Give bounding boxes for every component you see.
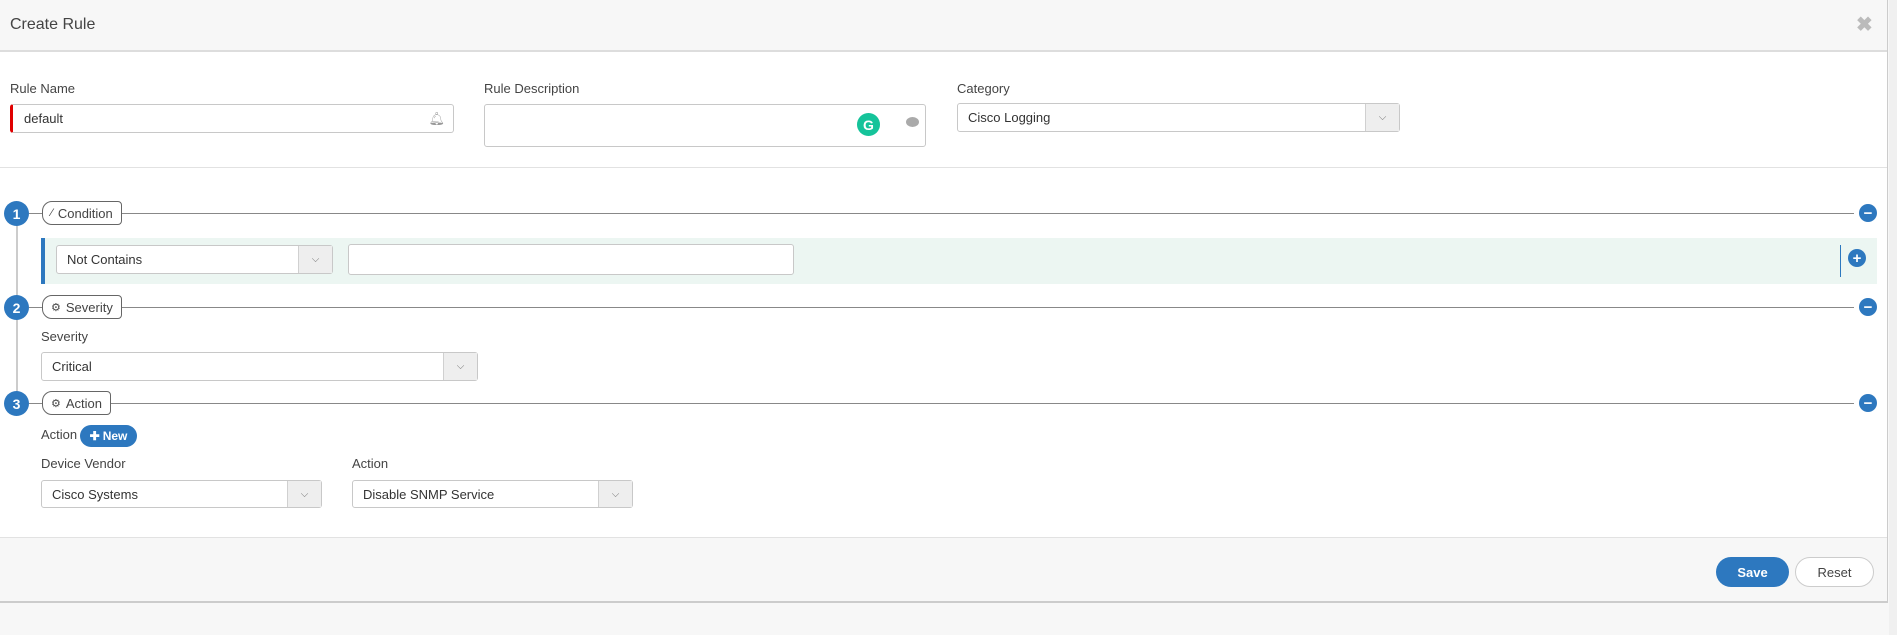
- add-condition-icon[interactable]: +: [1848, 249, 1866, 267]
- condition-row: Not Contains ⌵ +: [41, 238, 1877, 284]
- chevron-down-icon: ⌵: [298, 246, 332, 273]
- severity-step-label: Severity: [65, 299, 113, 315]
- category-value: Cisco Logging: [968, 110, 1051, 125]
- gears-icon: ⚙: [51, 301, 61, 314]
- rule-name-label: Rule Name: [10, 81, 76, 96]
- rule-description-input[interactable]: G: [484, 104, 926, 147]
- severity-value: Critical: [52, 359, 92, 374]
- section-divider: [0, 167, 1887, 168]
- rule-name-input[interactable]: default 🔔︎: [10, 104, 454, 133]
- action-select[interactable]: Disable SNMP Service ⌵: [352, 480, 633, 508]
- condition-operator-select[interactable]: Not Contains ⌵: [56, 245, 333, 274]
- operator-value: Not Contains: [67, 252, 143, 267]
- step-number-2: 2: [4, 295, 29, 320]
- condition-value-input[interactable]: [348, 244, 794, 275]
- device-vendor-value: Cisco Systems: [52, 486, 138, 502]
- plus-icon: ✚: [89, 429, 100, 443]
- step-line: [29, 213, 1854, 214]
- bell-icon: 🔔︎: [428, 111, 445, 126]
- create-rule-modal: Create Rule ✖ Rule Name default 🔔︎ Rule …: [0, 0, 1888, 603]
- scrollbar[interactable]: [1889, 0, 1897, 635]
- reset-button[interactable]: Reset: [1795, 557, 1874, 587]
- modal-title: Create Rule: [10, 16, 96, 33]
- collapse-action-icon[interactable]: −: [1859, 394, 1877, 412]
- close-icon[interactable]: ✖: [1856, 12, 1873, 37]
- device-vendor-label: Device Vendor: [41, 456, 126, 471]
- severity-label: Severity: [41, 329, 88, 344]
- condition-label: Condition: [57, 205, 113, 221]
- chevron-down-icon: ⌵: [443, 353, 477, 380]
- new-action-button[interactable]: ✚ New: [80, 425, 137, 447]
- collapse-severity-icon[interactable]: −: [1859, 298, 1877, 316]
- action-label: Action: [352, 456, 389, 471]
- new-label: New: [102, 429, 128, 443]
- category-select[interactable]: Cisco Logging ⌵: [957, 103, 1400, 132]
- device-vendor-select[interactable]: Cisco Systems ⌵: [41, 480, 322, 508]
- chevron-down-icon: ⌵: [598, 481, 632, 507]
- action-step-label: Action: [65, 395, 103, 411]
- chevron-down-icon: ⌵: [287, 481, 321, 507]
- rule-description-label: Rule Description: [484, 81, 580, 96]
- step-number-1: 1: [4, 201, 29, 226]
- row-divider: [1840, 245, 1841, 277]
- magic-wand-icon: ⁄: [51, 207, 53, 219]
- rule-name-value: default: [24, 111, 64, 126]
- chevron-down-icon: ⌵: [1365, 104, 1399, 131]
- step-line: [29, 307, 1854, 308]
- grammarly-icon[interactable]: G: [857, 113, 880, 136]
- severity-select[interactable]: Critical ⌵: [41, 352, 478, 381]
- modal-footer: [0, 537, 1887, 601]
- step-line: [29, 403, 1854, 404]
- action-step-tab[interactable]: ⚙ Action: [42, 391, 112, 415]
- comment-icon[interactable]: [906, 117, 919, 127]
- condition-step-tab[interactable]: ⁄ Condition: [42, 201, 122, 225]
- category-label: Category: [957, 81, 1010, 96]
- collapse-condition-icon[interactable]: −: [1859, 204, 1877, 222]
- action-section-label: Action: [41, 427, 78, 442]
- action-value: Disable SNMP Service: [363, 486, 495, 502]
- severity-step-tab[interactable]: ⚙ Severity: [42, 295, 122, 319]
- save-button[interactable]: Save: [1716, 557, 1789, 587]
- step-number-3: 3: [4, 391, 29, 416]
- gears-icon: ⚙: [51, 397, 61, 410]
- modal-header: Create Rule ✖: [0, 0, 1887, 52]
